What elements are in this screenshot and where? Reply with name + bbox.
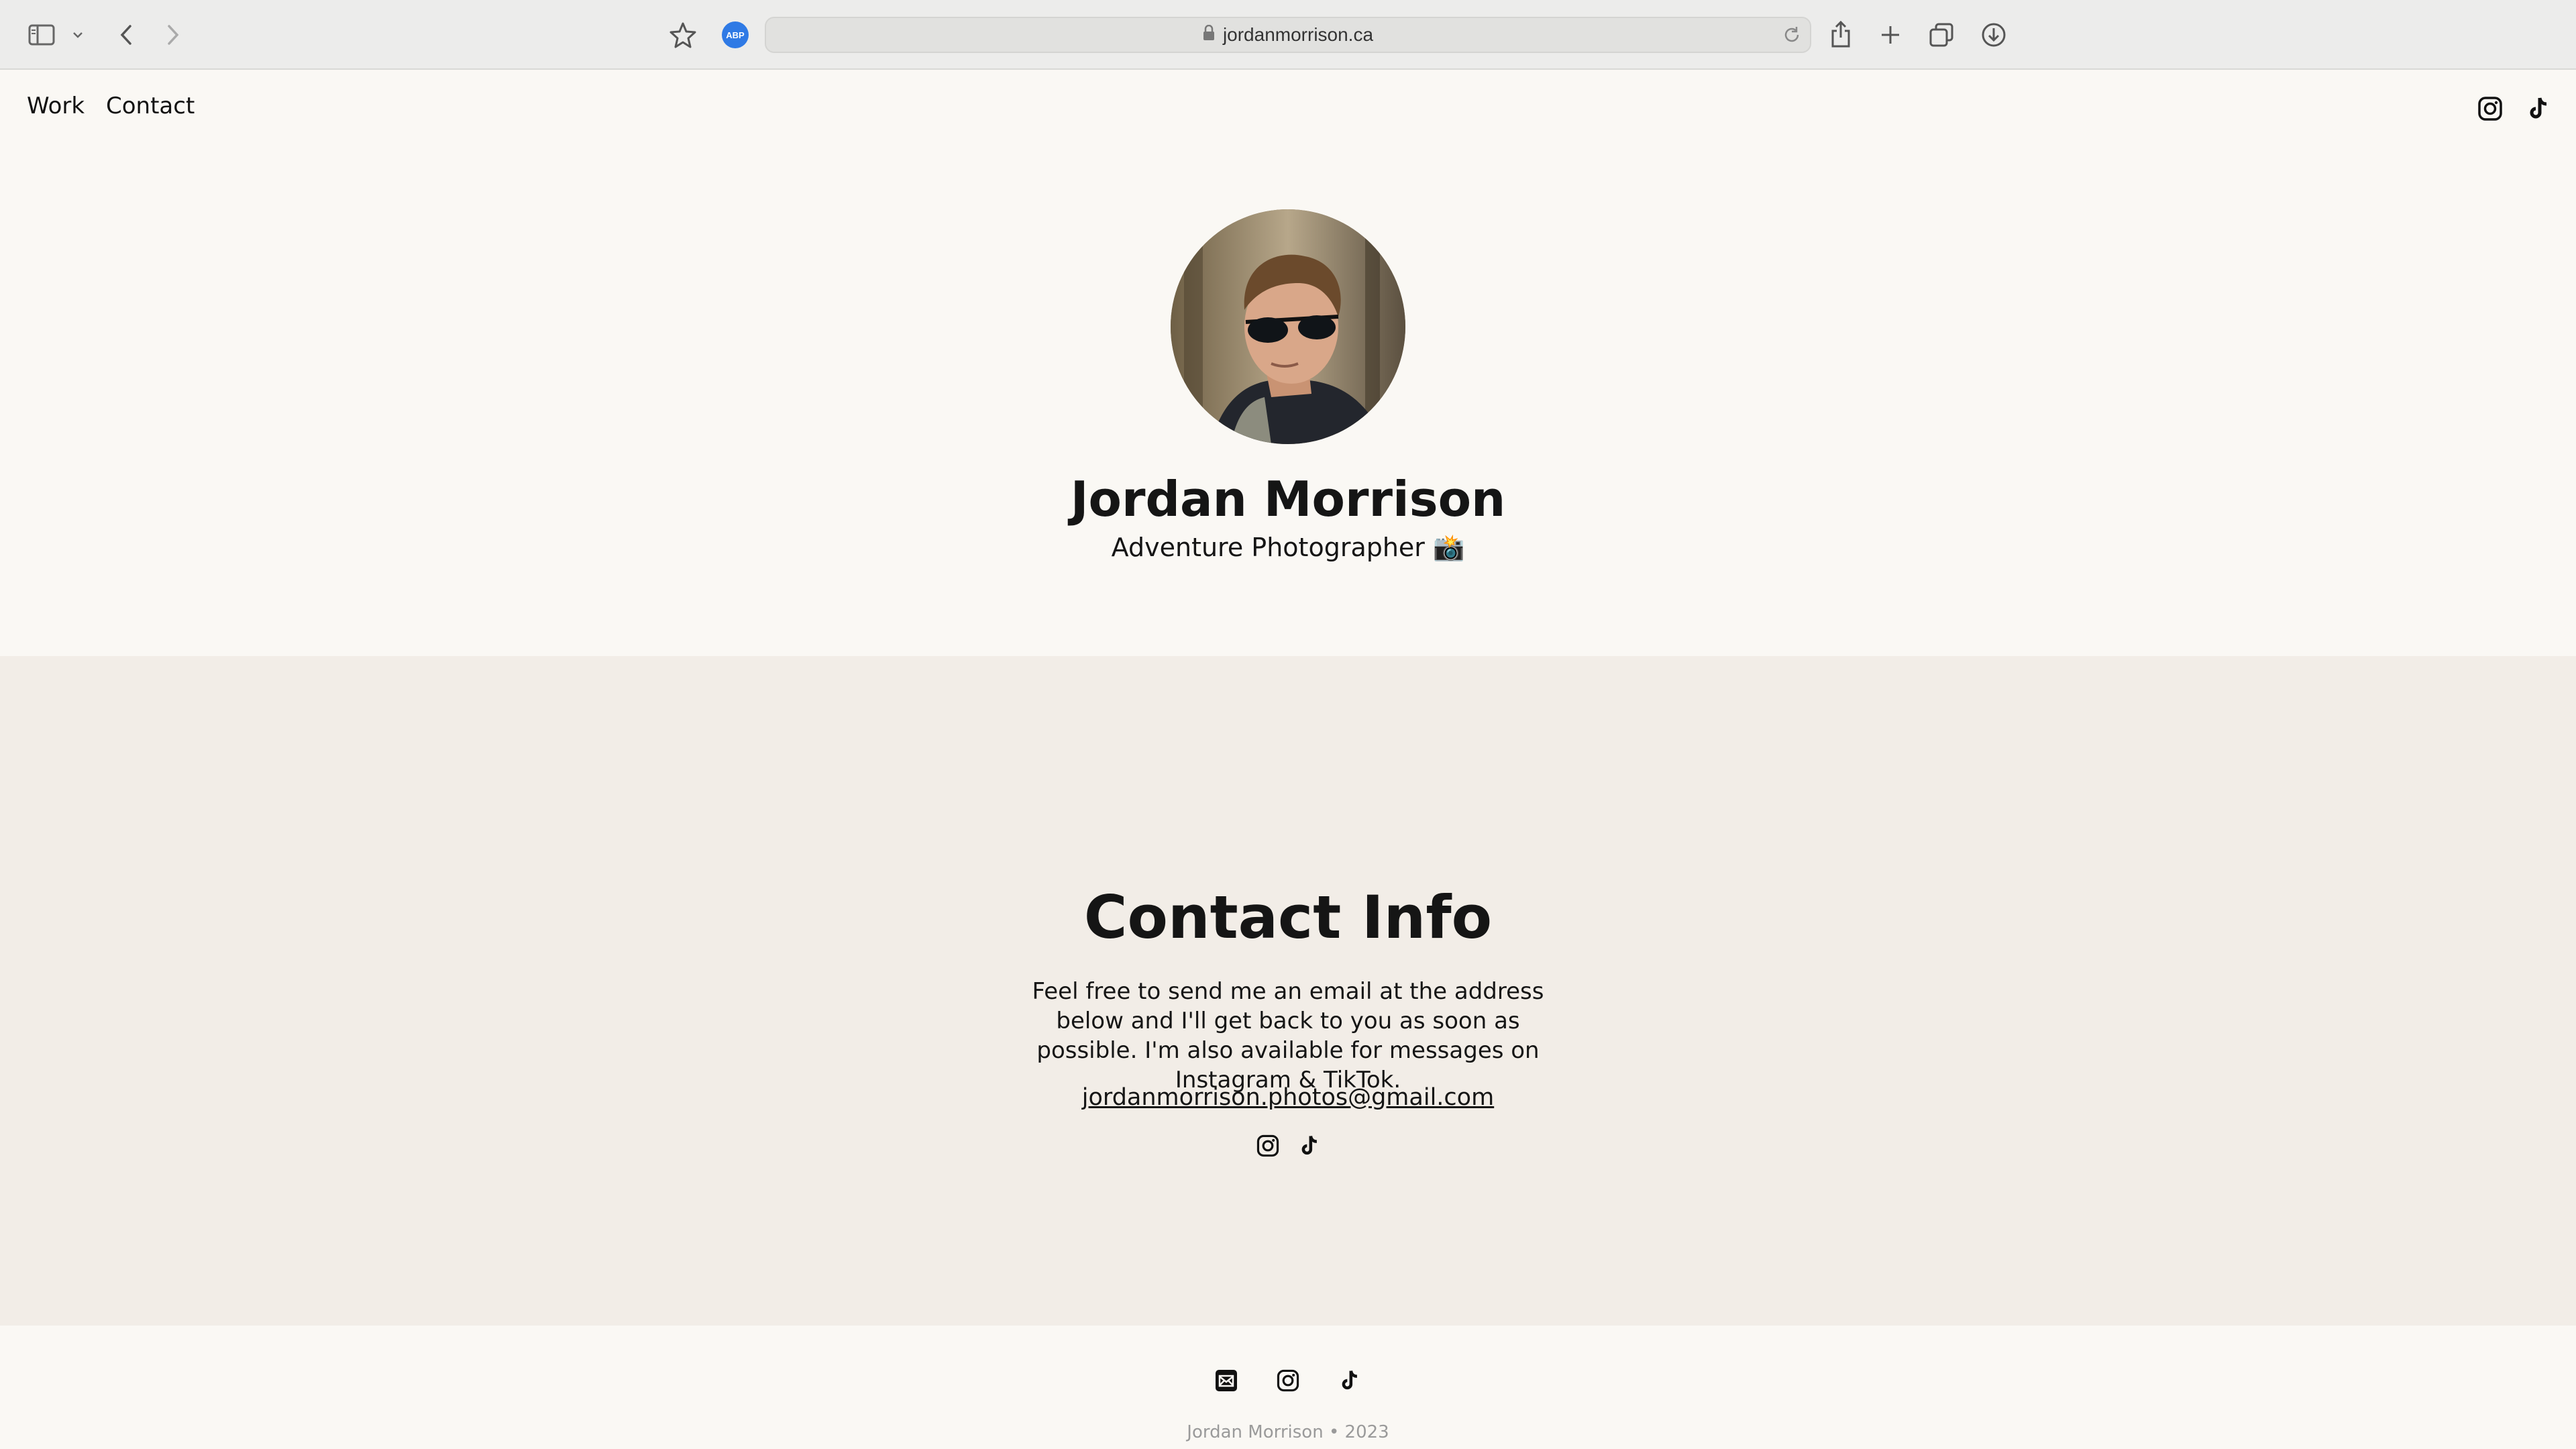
profile-tagline: Adventure Photographer 📸 <box>1111 533 1465 562</box>
adblock-extension-icon[interactable]: ABP <box>722 21 749 48</box>
tabs-overview-icon[interactable] <box>1925 19 1957 51</box>
instagram-icon[interactable] <box>2475 94 2505 123</box>
new-tab-icon[interactable] <box>1876 20 1905 50</box>
avatar <box>1171 209 1405 444</box>
site-nav: Work Contact <box>0 70 2576 144</box>
star-icon[interactable] <box>667 19 699 51</box>
downloads-icon[interactable] <box>1978 19 2010 51</box>
contact-title: Contact Info <box>1083 883 1493 952</box>
hero-section: Jordan Morrison Adventure Photographer 📸 <box>0 144 2576 656</box>
contact-description: Feel free to send me an email at the add… <box>1032 978 1544 1093</box>
share-icon[interactable] <box>1826 17 1856 51</box>
email-icon[interactable] <box>1213 1367 1240 1394</box>
chevron-down-icon[interactable] <box>70 25 86 44</box>
url-text: jordanmorrison.ca <box>1222 24 1374 45</box>
back-icon[interactable] <box>111 20 141 50</box>
forward-icon[interactable] <box>158 20 188 50</box>
tiktok-icon[interactable] <box>1336 1367 1363 1394</box>
contact-section: Contact Info Feel free to send me an ema… <box>0 656 2576 1326</box>
tiktok-icon[interactable] <box>1296 1132 1323 1159</box>
nav-link-contact[interactable]: Contact <box>106 93 195 119</box>
sidebar-icon[interactable] <box>27 20 56 50</box>
reload-icon[interactable] <box>1780 23 1803 46</box>
instagram-icon[interactable] <box>1275 1367 1301 1394</box>
site-footer: Jordan Morrison • 2023 <box>0 1326 2576 1449</box>
lock-icon <box>1203 24 1215 46</box>
profile-name: Jordan Morrison <box>1070 471 1506 527</box>
address-bar[interactable]: jordanmorrison.ca <box>765 17 1811 53</box>
instagram-icon[interactable] <box>1254 1132 1281 1159</box>
browser-toolbar: ABP jordanmorrison.ca <box>0 0 2576 70</box>
contact-email-link[interactable]: jordanmorrison.photos@gmail.com <box>0 1084 2576 1111</box>
footer-copyright: Jordan Morrison • 2023 <box>1187 1422 1389 1442</box>
nav-link-work[interactable]: Work <box>27 93 85 119</box>
tiktok-icon[interactable] <box>2524 94 2553 123</box>
